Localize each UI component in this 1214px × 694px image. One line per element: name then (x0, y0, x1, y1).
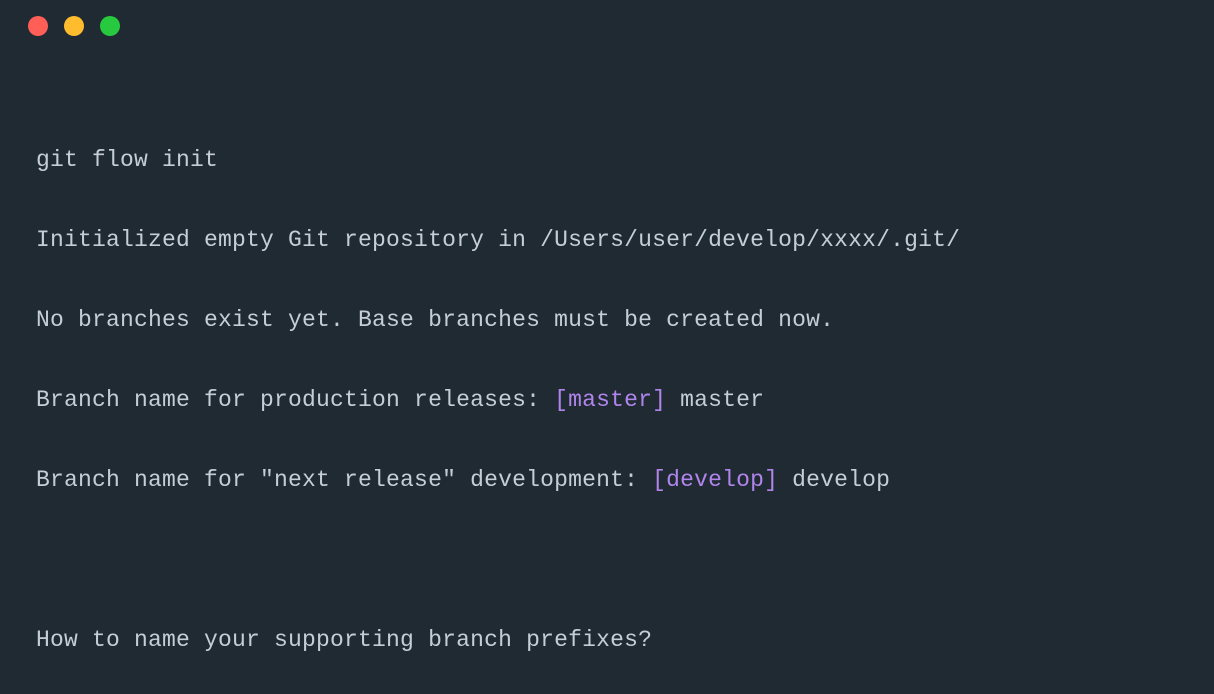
default-value: [develop] (652, 467, 778, 493)
user-input: master (666, 387, 764, 413)
output-text: How to name your supporting branch prefi… (36, 627, 652, 653)
terminal-line: Branch name for "next release" developme… (36, 460, 1178, 500)
window-titlebar (0, 0, 1214, 52)
terminal-window: git flow init Initialized empty Git repo… (0, 0, 1214, 694)
window-zoom-button[interactable] (100, 16, 120, 36)
terminal-line: git flow init (36, 140, 1178, 180)
terminal-line: Branch name for production releases: [ma… (36, 380, 1178, 420)
terminal-output[interactable]: git flow init Initialized empty Git repo… (36, 100, 1178, 694)
user-input: develop (778, 467, 890, 493)
output-text: Initialized empty Git repository in /Use… (36, 227, 960, 253)
default-value: [master] (554, 387, 666, 413)
command-text: git flow init (36, 147, 218, 173)
window-close-button[interactable] (28, 16, 48, 36)
window-minimize-button[interactable] (64, 16, 84, 36)
prompt-text: Branch name for "next release" developme… (36, 467, 652, 493)
terminal-line: Initialized empty Git repository in /Use… (36, 220, 1178, 260)
terminal-line: No branches exist yet. Base branches mus… (36, 300, 1178, 340)
prompt-text: Branch name for production releases: (36, 387, 554, 413)
terminal-line: How to name your supporting branch prefi… (36, 620, 1178, 660)
blank-line (36, 540, 1178, 580)
output-text: No branches exist yet. Base branches mus… (36, 307, 834, 333)
